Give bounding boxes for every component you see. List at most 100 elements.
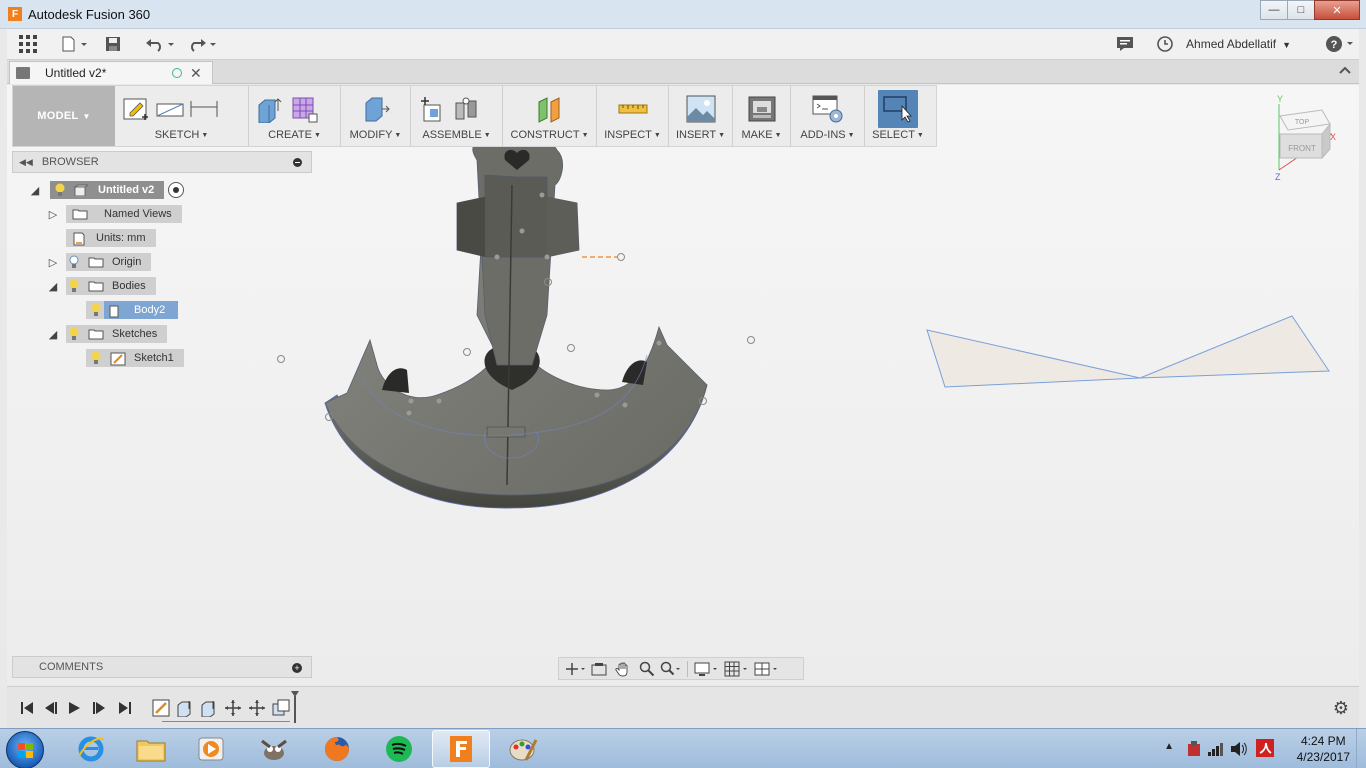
taskbar-gimp-icon[interactable] [245,730,303,768]
bodies-box[interactable]: Bodies [66,277,156,295]
viewport-canvas[interactable]: TOP FRONT Y X Z [7,85,1359,685]
minimize-button[interactable]: — [1260,0,1288,20]
display-settings-icon[interactable] [692,660,722,678]
press-pull-icon[interactable] [359,93,393,125]
redo-icon[interactable] [187,33,217,55]
units-box[interactable]: Units: mm [66,229,156,247]
inspect-group[interactable]: INSPECT ▼ [597,86,669,146]
timeline-sketch-feature-icon[interactable] [152,699,172,717]
tray-security-icon[interactable] [1256,739,1274,760]
visibility-bulb-icon[interactable] [66,326,82,342]
show-desktop-button[interactable] [1356,729,1366,768]
activate-component-icon[interactable] [168,182,185,198]
new-component-icon[interactable] [415,93,449,125]
taskbar-paint-icon[interactable] [494,730,552,768]
browser-item-origin[interactable]: ▷ Origin [46,253,152,271]
line-tool-icon[interactable] [153,93,187,125]
undo-icon[interactable] [145,33,175,55]
body2-box[interactable]: Body2 [104,301,178,319]
show-hidden-icons-icon[interactable]: ▲ [1164,741,1174,752]
add-comment-icon[interactable]: + [292,663,302,673]
taskbar-internet-explorer-icon[interactable] [62,730,120,768]
save-icon[interactable] [105,33,121,55]
assemble-group[interactable]: ASSEMBLE ▼ [411,86,503,146]
make-group[interactable]: MAKE ▼ [733,86,791,146]
anchor-body-model[interactable] [7,85,1359,685]
file-menu-icon[interactable] [61,33,89,55]
taskbar-fusion-360-icon[interactable] [432,730,490,768]
minimize-browser-icon[interactable] [293,158,302,167]
viewports-icon[interactable] [752,660,782,678]
notifications-icon[interactable] [1117,33,1133,55]
timeline-combine-feature-icon[interactable] [272,699,292,717]
browser-item-named-views[interactable]: ▷ Named Views [46,205,182,223]
create-sketch-icon[interactable] [119,93,153,125]
insert-group[interactable]: INSERT ▼ [669,86,733,146]
taskbar-firefox-icon[interactable] [308,730,366,768]
taskbar-spotify-icon[interactable] [370,730,428,768]
user-account-menu[interactable]: Ahmed Abdellatif ▼ [1186,37,1291,51]
tray-app-icon[interactable] [1186,740,1202,761]
offset-plane-icon[interactable] [533,93,567,125]
taskbar-file-explorer-icon[interactable] [122,730,180,768]
step-back-icon[interactable] [41,699,61,717]
named-views-box[interactable]: Named Views [66,205,182,223]
create-form-icon[interactable] [287,93,321,125]
collapse-triangle-icon[interactable]: ◢ [46,279,60,293]
modify-group[interactable]: MODIFY ▼ [341,86,411,146]
expand-triangle-icon[interactable]: ▷ [46,255,60,269]
document-tab[interactable]: Untitled v2* ✕ [9,61,213,84]
network-signal-icon[interactable] [1208,741,1224,760]
create-group[interactable]: CREATE ▼ [249,86,341,146]
timeline-extrude-feature-icon[interactable] [200,699,220,718]
add-ins-group[interactable]: ADD-INS ▼ [791,86,865,146]
browser-item-sketches[interactable]: ◢ Sketches [46,325,168,343]
timeline-move-feature-icon[interactable] [248,699,268,717]
scripts-add-ins-icon[interactable] [811,93,845,125]
browser-item-bodies[interactable]: ◢ Bodies [46,277,156,295]
visibility-bulb-icon[interactable] [66,278,82,294]
volume-icon[interactable] [1230,741,1248,760]
taskbar-clock[interactable]: 4:24 PM 4/23/2017 [1297,733,1350,765]
visibility-bulb-icon[interactable] [88,350,104,366]
play-icon[interactable] [64,699,84,717]
expand-triangle-icon[interactable]: ▷ [46,207,60,221]
select-icon[interactable] [878,90,918,128]
dimension-tool-icon[interactable] [187,93,221,125]
origin-box[interactable]: Origin [66,253,152,271]
browser-item-body2[interactable]: Body2 [86,301,178,319]
taskbar-media-player-icon[interactable] [182,730,240,768]
close-tab-icon[interactable]: ✕ [190,65,202,82]
maximize-button[interactable]: □ [1287,0,1315,20]
sketches-box[interactable]: Sketches [66,325,168,343]
extrude-icon[interactable] [253,93,287,125]
data-panel-grid-icon[interactable] [19,33,37,55]
visibility-bulb-icon[interactable] [88,302,104,318]
timeline-move-feature-icon[interactable] [224,699,244,717]
browser-item-sketch1[interactable]: Sketch1 [86,349,184,367]
fit-zoom-icon[interactable] [659,660,683,678]
browser-panel-header[interactable]: ◀◀ BROWSER [12,151,312,173]
zoom-icon[interactable] [635,660,659,678]
step-forward-icon[interactable] [89,699,109,717]
comments-panel-header[interactable]: COMMENTS + [12,656,312,678]
go-to-end-icon[interactable] [115,699,135,717]
root-node-box[interactable]: Untitled v2 [50,181,165,199]
look-at-icon[interactable] [587,660,611,678]
pan-hand-icon[interactable] [611,660,635,678]
sketch1-box[interactable]: Sketch1 [86,349,184,367]
timeline-settings-gear-icon[interactable]: ⚙ [1333,698,1349,719]
help-icon[interactable]: ? [1325,33,1355,55]
visibility-bulb-off-icon[interactable] [66,254,82,270]
visibility-bulb-icon[interactable] [52,182,68,198]
workspace-switcher[interactable]: MODEL ▼ [13,86,115,146]
browser-item-units[interactable]: Units: mm [66,229,156,247]
viewcube[interactable]: TOP FRONT Y X Z [1272,94,1342,184]
timeline-extrude-feature-icon[interactable] [176,699,196,718]
insert-image-icon[interactable] [684,93,718,125]
job-status-clock-icon[interactable] [1157,33,1173,55]
close-window-button[interactable]: ✕ [1314,0,1360,20]
start-button[interactable] [6,731,44,768]
grid-snaps-icon[interactable] [722,660,752,678]
measure-icon[interactable] [616,93,650,125]
